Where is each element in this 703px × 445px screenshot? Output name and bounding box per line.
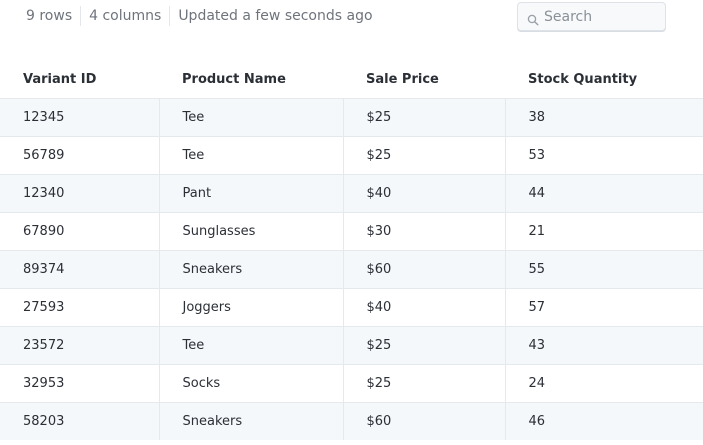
table-row[interactable]: 56789 Tee $25 53	[0, 136, 703, 175]
table-row[interactable]: 23572 Tee $25 43	[0, 326, 703, 365]
cell-sale-price: $25	[342, 364, 505, 403]
cell-product-name: Pant	[158, 174, 343, 213]
cell-variant-id: 12345	[0, 98, 159, 137]
cell-sale-price: $25	[342, 98, 505, 137]
table-row[interactable]: 58203 Sneakers $60 46	[0, 402, 703, 440]
cell-sale-price: $60	[342, 250, 505, 289]
cell-variant-id: 67890	[0, 212, 159, 251]
cell-stock-quantity: 21	[504, 212, 703, 251]
cell-product-name: Tee	[158, 136, 343, 175]
cell-variant-id: 12340	[0, 174, 159, 213]
cell-variant-id: 23572	[0, 326, 159, 365]
cell-product-name: Sneakers	[158, 250, 343, 289]
cell-product-name: Socks	[158, 364, 343, 403]
cell-stock-quantity: 43	[504, 326, 703, 365]
data-table: Variant ID Product Name Sale Price Stock…	[0, 61, 703, 440]
cell-product-name: Tee	[158, 98, 343, 137]
search-icon	[527, 11, 539, 26]
cell-stock-quantity: 55	[504, 250, 703, 289]
cell-stock-quantity: 38	[504, 98, 703, 137]
table-row[interactable]: 12340 Pant $40 44	[0, 174, 703, 213]
cell-product-name: Joggers	[158, 288, 343, 327]
search-box[interactable]	[517, 2, 666, 31]
table-meta: 9 rows 4 columns Updated a few seconds a…	[18, 4, 381, 28]
cell-stock-quantity: 24	[504, 364, 703, 403]
cell-sale-price: $25	[342, 136, 505, 175]
updated-status: Updated a few seconds ago	[178, 8, 373, 24]
table-row[interactable]: 27593 Joggers $40 57	[0, 288, 703, 327]
cell-sale-price: $40	[342, 174, 505, 213]
cell-product-name: Sneakers	[158, 402, 343, 440]
cell-variant-id: 27593	[0, 288, 159, 327]
cell-stock-quantity: 44	[504, 174, 703, 213]
cell-stock-quantity: 53	[504, 136, 703, 175]
table-toolbar: 9 rows 4 columns Updated a few seconds a…	[0, 0, 703, 34]
cell-product-name: Sunglasses	[158, 212, 343, 251]
data-table-container: Variant ID Product Name Sale Price Stock…	[0, 61, 703, 440]
column-header-product-name[interactable]: Product Name	[159, 61, 343, 99]
search-input[interactable]	[544, 3, 664, 30]
table-header-row: Variant ID Product Name Sale Price Stock…	[0, 61, 703, 99]
table-row[interactable]: 12345 Tee $25 38	[0, 98, 703, 137]
column-header-sale-price[interactable]: Sale Price	[343, 61, 505, 99]
cell-variant-id: 89374	[0, 250, 159, 289]
cell-sale-price: $40	[342, 288, 505, 327]
table-row[interactable]: 67890 Sunglasses $30 21	[0, 212, 703, 251]
cell-variant-id: 58203	[0, 402, 159, 440]
column-header-variant-id[interactable]: Variant ID	[0, 61, 159, 99]
cell-product-name: Tee	[158, 326, 343, 365]
cell-stock-quantity: 46	[504, 402, 703, 440]
column-header-stock-quantity[interactable]: Stock Quantity	[505, 61, 703, 99]
column-count: 4 columns	[89, 8, 162, 24]
cell-sale-price: $60	[342, 402, 505, 440]
cell-sale-price: $25	[342, 326, 505, 365]
cell-variant-id: 56789	[0, 136, 159, 175]
row-count: 9 rows	[26, 8, 73, 24]
cell-stock-quantity: 57	[504, 288, 703, 327]
table-row[interactable]: 32953 Socks $25 24	[0, 364, 703, 403]
table-row[interactable]: 89374 Sneakers $60 55	[0, 250, 703, 289]
cell-variant-id: 32953	[0, 364, 159, 403]
cell-sale-price: $30	[342, 212, 505, 251]
